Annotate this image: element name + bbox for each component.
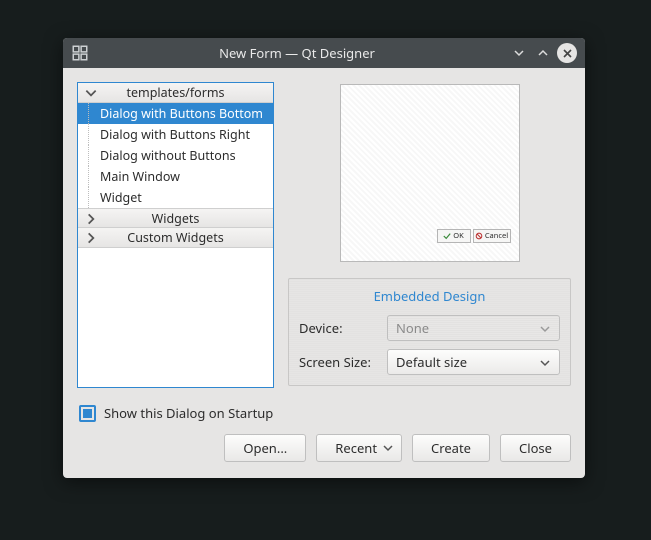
preview-ok-button: OK <box>437 229 471 243</box>
chevron-right-icon <box>84 231 98 245</box>
embedded-design-group: Embedded Design Device: None Screen Size… <box>288 278 571 386</box>
chevron-down-icon <box>539 323 551 335</box>
tree-group-label: Custom Widgets <box>78 229 273 246</box>
create-label: Create <box>431 439 471 457</box>
group-title: Embedded Design <box>299 287 560 305</box>
minimize-button[interactable] <box>509 43 529 63</box>
preview-cancel-button: Cancel <box>473 229 511 243</box>
tree-items: Dialog with Buttons Bottom Dialog with B… <box>78 103 273 208</box>
chevron-down-icon <box>383 443 393 453</box>
chevron-down-icon <box>539 357 551 369</box>
check-icon <box>443 232 451 240</box>
maximize-button[interactable] <box>533 43 553 63</box>
app-icon <box>71 44 89 62</box>
chevron-down-icon <box>84 86 98 100</box>
tree-group-widgets[interactable]: Widgets <box>78 208 273 228</box>
screen-size-value: Default size <box>396 353 467 371</box>
screen-size-label: Screen Size: <box>299 353 379 371</box>
tree-group-label: Widgets <box>78 210 273 227</box>
tree-item-dialog-without-buttons[interactable]: Dialog without Buttons <box>78 145 273 166</box>
show-on-startup-checkbox[interactable] <box>79 405 96 422</box>
close-button[interactable]: Close <box>500 434 571 462</box>
preview-cancel-label: Cancel <box>485 231 508 241</box>
titlebar: New Form — Qt Designer <box>63 38 585 68</box>
device-label: Device: <box>299 319 379 337</box>
tree-item-dialog-buttons-right[interactable]: Dialog with Buttons Right <box>78 124 273 145</box>
cancel-icon <box>475 232 483 240</box>
device-select[interactable]: None <box>387 315 560 341</box>
recent-button[interactable]: Recent <box>316 434 402 462</box>
recent-label: Recent <box>335 439 377 457</box>
open-button[interactable]: Open... <box>224 434 306 462</box>
tree-item-main-window[interactable]: Main Window <box>78 166 273 187</box>
device-value: None <box>396 319 429 337</box>
create-button[interactable]: Create <box>412 434 490 462</box>
open-label: Open... <box>243 439 287 457</box>
window-title: New Form — Qt Designer <box>89 44 505 62</box>
close-window-button[interactable] <box>557 43 577 63</box>
button-bar: Open... Recent Create Close <box>77 434 571 462</box>
screen-size-select[interactable]: Default size <box>387 349 560 375</box>
tree-group-label: templates/forms <box>78 84 273 101</box>
template-tree[interactable]: templates/forms Dialog with Buttons Bott… <box>77 82 274 388</box>
startup-checkbox-row: Show this Dialog on Startup <box>79 404 571 422</box>
checked-icon <box>83 409 92 418</box>
tree-item-widget[interactable]: Widget <box>78 187 273 208</box>
tree-group-custom-widgets[interactable]: Custom Widgets <box>78 228 273 248</box>
tree-item-dialog-buttons-bottom[interactable]: Dialog with Buttons Bottom <box>78 103 273 124</box>
dialog-body: templates/forms Dialog with Buttons Bott… <box>63 68 585 478</box>
show-on-startup-label: Show this Dialog on Startup <box>104 404 273 422</box>
close-label: Close <box>519 439 552 457</box>
new-form-dialog: New Form — Qt Designer templates/forms D <box>63 38 585 478</box>
chevron-right-icon <box>84 212 98 226</box>
preview-ok-label: OK <box>453 231 464 241</box>
form-preview: OK Cancel <box>340 84 520 262</box>
tree-group-templates[interactable]: templates/forms <box>78 83 273 103</box>
